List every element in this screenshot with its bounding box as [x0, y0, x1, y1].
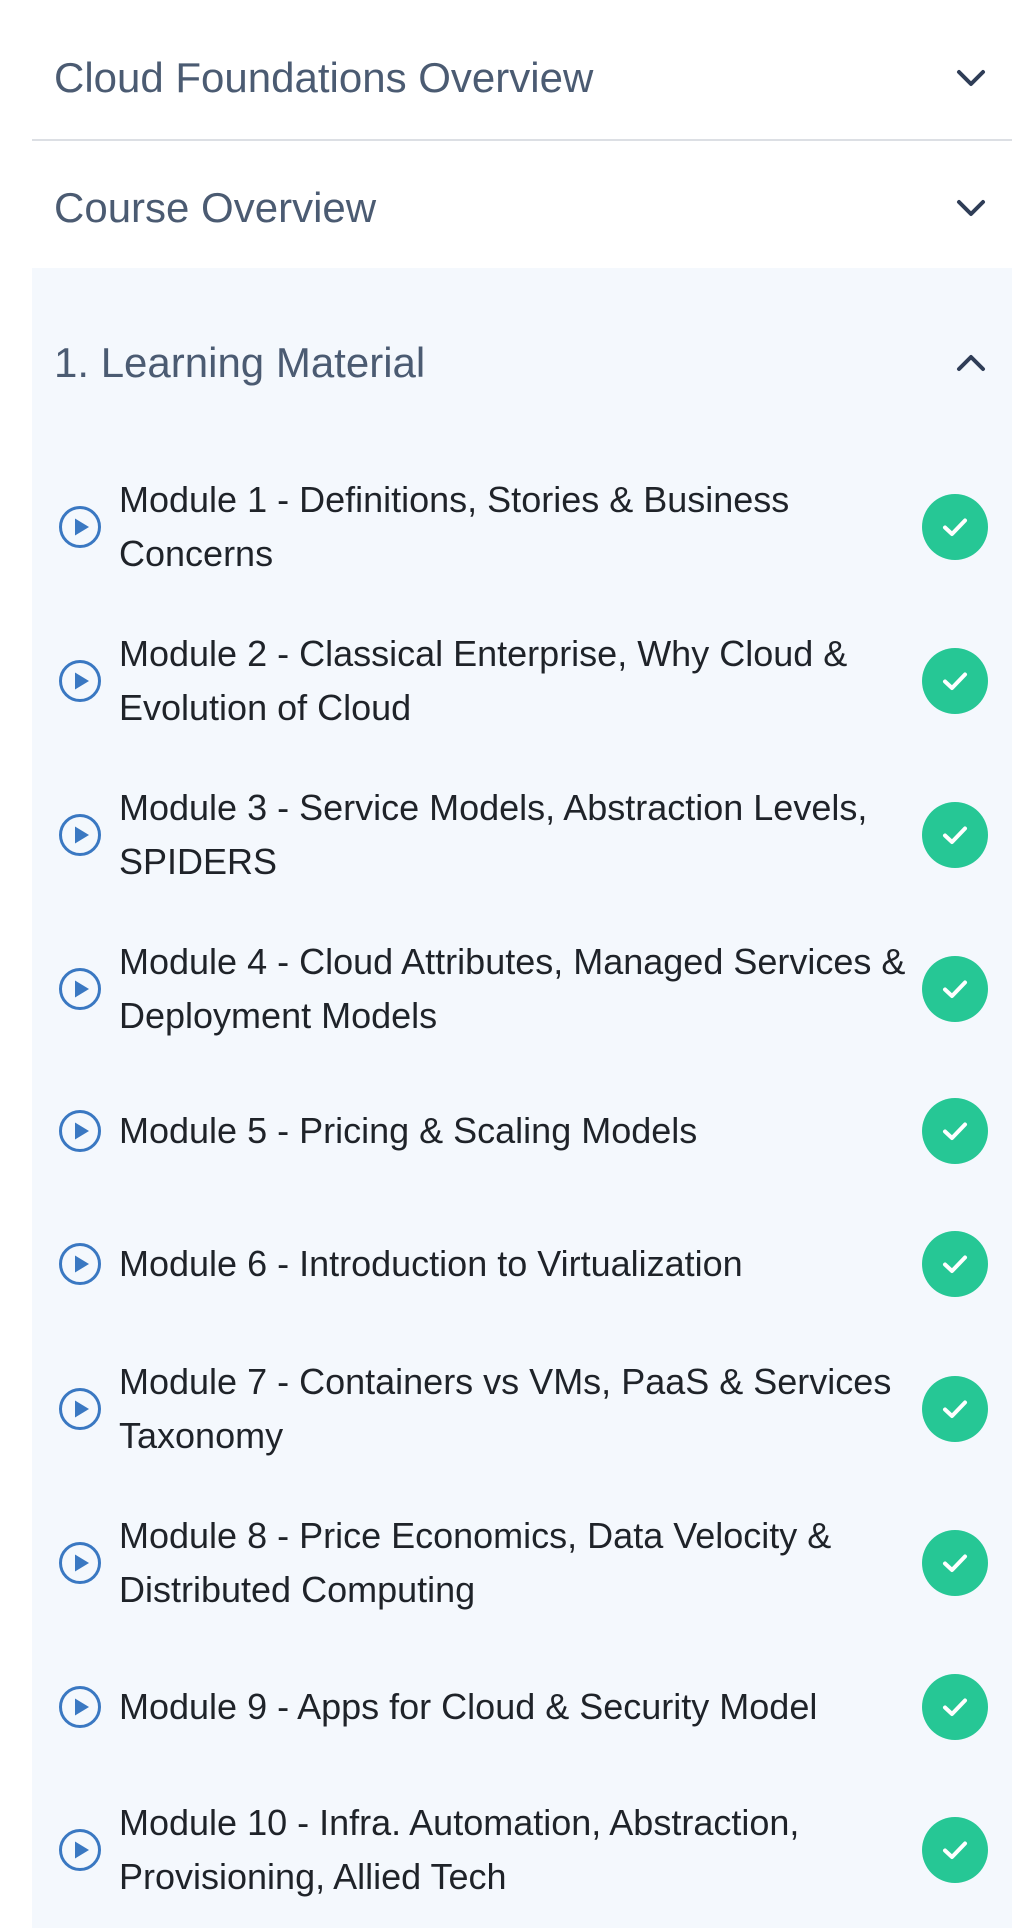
module-label: Module 7 - Containers vs VMs, PaaS & Ser…	[119, 1361, 892, 1456]
module-item[interactable]: Module 7 - Containers vs VMs, PaaS & Ser…	[32, 1339, 1012, 1479]
check-circle-icon	[922, 1674, 988, 1740]
module-item[interactable]: Module 2 - Classical Enterprise, Why Clo…	[32, 611, 1012, 751]
play-circle-icon	[58, 967, 102, 1011]
section-title: 1. Learning Material	[54, 338, 426, 386]
check-circle-icon	[922, 494, 988, 560]
check-circle-icon	[922, 1530, 988, 1596]
check-circle-icon	[922, 1376, 988, 1442]
play-circle-icon	[58, 1828, 102, 1872]
play-circle-icon	[58, 813, 102, 857]
play-circle-icon	[58, 1685, 102, 1729]
check-circle-icon	[922, 1817, 988, 1883]
module-item[interactable]: Module 8 - Price Economics, Data Velocit…	[32, 1493, 1012, 1633]
section-header-course-overview[interactable]: Course Overview	[32, 148, 1012, 268]
module-label: Module 9 - Apps for Cloud & Security Mod…	[119, 1686, 818, 1727]
module-item[interactable]: Module 1 - Definitions, Stories & Busine…	[32, 457, 1012, 597]
play-circle-icon	[58, 1387, 102, 1431]
chevron-down-icon	[954, 61, 988, 95]
play-circle-icon	[58, 1541, 102, 1585]
check-circle-icon	[922, 1231, 988, 1297]
check-circle-icon	[922, 648, 988, 714]
module-label: Module 6 - Introduction to Virtualizatio…	[119, 1243, 743, 1284]
play-circle-icon	[58, 659, 102, 703]
module-item[interactable]: Module 4 - Cloud Attributes, Managed Ser…	[32, 919, 1012, 1059]
module-item[interactable]: Module 9 - Apps for Cloud & Security Mod…	[32, 1637, 1012, 1777]
module-item[interactable]: Module 5 - Pricing & Scaling Models	[32, 1061, 1012, 1201]
section-title: Course Overview	[54, 183, 377, 231]
module-item[interactable]: Module 10 - Infra. Automation, Abstracti…	[32, 1780, 1012, 1920]
section-title: Cloud Foundations Overview	[54, 53, 594, 101]
chevron-down-icon	[954, 191, 988, 225]
module-label: Module 3 - Service Models, Abstraction L…	[119, 787, 868, 882]
check-circle-icon	[922, 956, 988, 1022]
module-label: Module 4 - Cloud Attributes, Managed Ser…	[119, 941, 906, 1036]
module-item[interactable]: Module 6 - Introduction to Virtualizatio…	[32, 1194, 1012, 1334]
play-circle-icon	[58, 1242, 102, 1286]
module-label: Module 5 - Pricing & Scaling Models	[119, 1110, 698, 1151]
play-circle-icon	[58, 1109, 102, 1153]
module-label: Module 1 - Definitions, Stories & Busine…	[119, 479, 790, 574]
section-header-learning-material[interactable]: 1. Learning Material	[32, 300, 1012, 426]
module-label: Module 2 - Classical Enterprise, Why Clo…	[119, 633, 848, 728]
check-circle-icon	[922, 802, 988, 868]
module-label: Module 10 - Infra. Automation, Abstracti…	[119, 1802, 800, 1897]
play-circle-icon	[58, 505, 102, 549]
section-header-cloud-foundations-overview[interactable]: Cloud Foundations Overview	[32, 20, 1012, 136]
module-label: Module 8 - Price Economics, Data Velocit…	[119, 1515, 832, 1610]
check-circle-icon	[922, 1098, 988, 1164]
chevron-up-icon	[954, 346, 988, 380]
module-item[interactable]: Module 3 - Service Models, Abstraction L…	[32, 765, 1012, 905]
divider	[32, 139, 1012, 141]
